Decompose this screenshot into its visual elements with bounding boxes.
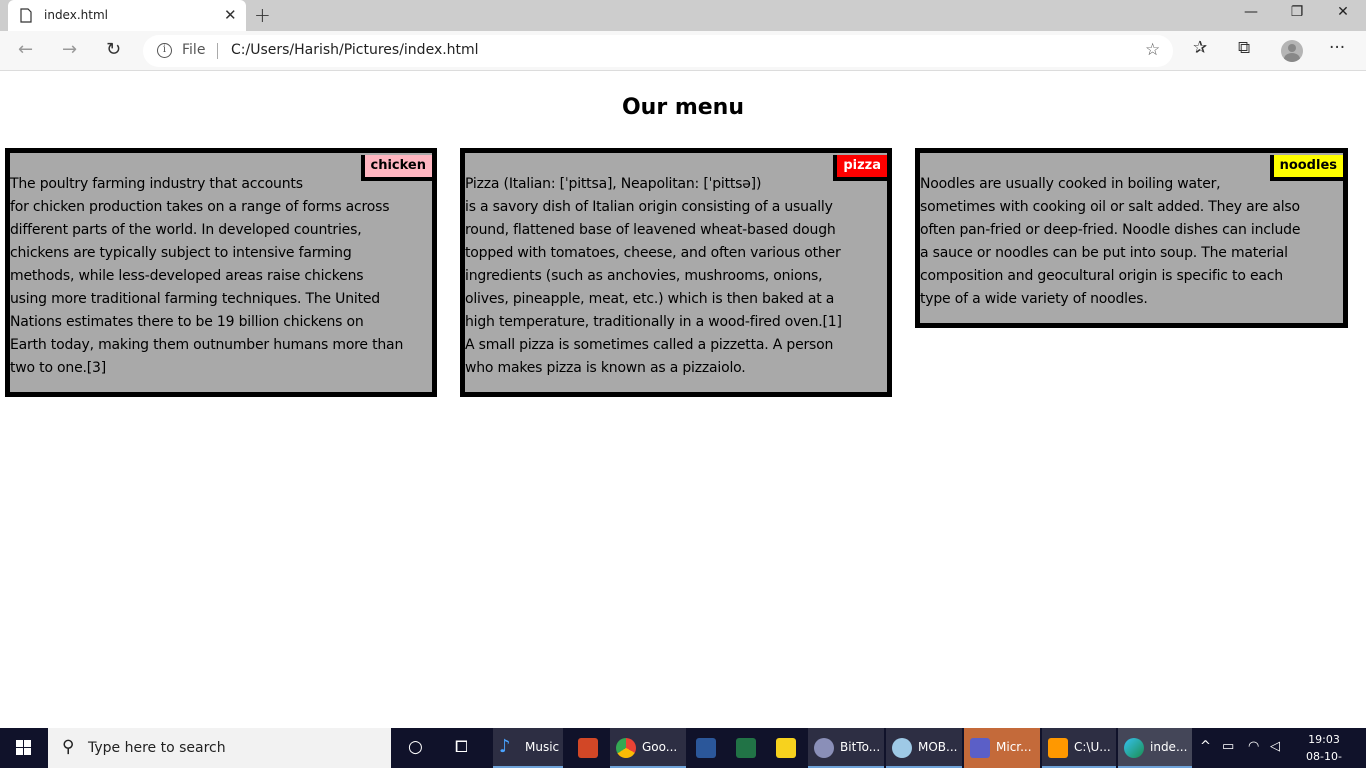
- cortana-icon[interactable]: ○: [408, 737, 423, 757]
- close-window-icon[interactable]: ✕: [1320, 4, 1366, 20]
- taskbar-clock[interactable]: 19:03 08-10-2020: [1294, 731, 1354, 782]
- profile-avatar-icon[interactable]: [1281, 40, 1303, 62]
- clock-time: 19:03: [1308, 733, 1340, 746]
- taskbar-app-label: Music: [525, 740, 560, 754]
- taskbar-app-teams[interactable]: Micr...: [964, 728, 1040, 768]
- file-icon: [20, 8, 32, 23]
- new-tab-icon[interactable]: +: [254, 3, 271, 27]
- favorite-star-icon[interactable]: ☆: [1145, 40, 1160, 60]
- taskbar-app-label: BitTo...: [840, 740, 881, 754]
- page-title: Our menu: [621, 95, 745, 120]
- info-icon[interactable]: i: [157, 43, 172, 58]
- forward-icon[interactable]: →: [62, 39, 77, 60]
- address-toolbar: ← → ↻ i File C:/Users/Harish/Pictures/in…: [0, 31, 1366, 71]
- card-badge-noodles: noodles: [1269, 155, 1343, 181]
- excel-icon: [736, 738, 756, 758]
- teams-icon: [970, 738, 990, 758]
- card-badge-chicken: chicken: [360, 155, 432, 181]
- menu-card-pizza: pizza Pizza (Italian: [ˈpittsa], Neapoli…: [460, 148, 892, 397]
- refresh-icon[interactable]: ↻: [106, 39, 121, 60]
- taskbar-app-bittorrent[interactable]: BitTo...: [808, 728, 884, 768]
- windows-logo-icon: [16, 740, 23, 747]
- card-badge-pizza: pizza: [833, 155, 887, 181]
- address-bar[interactable]: i File C:/Users/Harish/Pictures/index.ht…: [143, 35, 1173, 67]
- url-text[interactable]: C:/Users/Harish/Pictures/index.html: [231, 42, 479, 58]
- taskbar-app-label: Micr...: [996, 740, 1032, 754]
- favorites-icon[interactable]: ✰: [1193, 38, 1207, 58]
- mobaxterm-icon: [892, 738, 912, 758]
- taskbar-app-excel[interactable]: [728, 728, 766, 768]
- clock-date: 08-10-2020: [1306, 750, 1342, 780]
- close-tab-icon[interactable]: ✕: [224, 6, 237, 24]
- card-text-pizza: Pizza (Italian: [ˈpittsa], Neapolitan: […: [465, 176, 842, 376]
- search-input[interactable]: Type here to search: [88, 740, 226, 756]
- url-separator: [217, 43, 218, 59]
- taskbar: ⚲ Type here to search ○ ⧠ ♪ Music Goo...…: [0, 728, 1366, 780]
- windows-logo-pane: [24, 740, 31, 747]
- battery-icon[interactable]: ▭: [1222, 739, 1234, 754]
- menu-card-noodles: noodles Noodles are usually cooked in bo…: [915, 148, 1348, 328]
- start-button[interactable]: [0, 728, 48, 768]
- volume-icon[interactable]: ◁: [1270, 739, 1280, 754]
- taskbar-app-label: inde...: [1150, 740, 1188, 754]
- taskbar-app-label: Goo...: [642, 740, 678, 754]
- back-icon[interactable]: ←: [18, 39, 33, 60]
- taskbar-app-powerpoint[interactable]: [570, 728, 608, 768]
- taskbar-search[interactable]: ⚲ Type here to search: [48, 728, 391, 768]
- sublime-icon: [1048, 738, 1068, 758]
- powerpoint-icon: [578, 738, 598, 758]
- card-text-chicken: The poultry farming industry that accoun…: [10, 176, 404, 376]
- taskbar-app-label: C:\U...: [1074, 740, 1111, 754]
- sticky-notes-icon: [776, 738, 796, 758]
- taskbar-app-word[interactable]: [688, 728, 726, 768]
- windows-logo-pane: [24, 748, 31, 755]
- taskbar-app-sticky-notes[interactable]: [768, 728, 806, 768]
- restore-icon[interactable]: ❐: [1274, 4, 1320, 20]
- tab-strip: index.html ✕ + — ❐ ✕: [0, 0, 1366, 31]
- url-scheme-label: File: [182, 42, 206, 58]
- windows-logo-pane: [16, 748, 23, 755]
- taskbar-app-sublime[interactable]: C:\U...: [1042, 728, 1116, 768]
- taskbar-app-mobaxterm[interactable]: MOB...: [886, 728, 962, 768]
- taskbar-app-label: MOB...: [918, 740, 958, 754]
- task-view-icon[interactable]: ⧠: [455, 737, 468, 757]
- search-icon: ⚲: [62, 737, 75, 757]
- taskbar-app-music[interactable]: ♪ Music: [493, 728, 563, 768]
- bittorrent-icon: [814, 738, 834, 758]
- minimize-icon[interactable]: —: [1228, 4, 1274, 20]
- menu-card-chicken: chicken The poultry farming industry tha…: [5, 148, 437, 397]
- more-options-icon[interactable]: ···: [1329, 38, 1345, 58]
- taskbar-app-chrome[interactable]: Goo...: [610, 728, 686, 768]
- word-icon: [696, 738, 716, 758]
- taskbar-app-edge[interactable]: inde...: [1118, 728, 1192, 768]
- chrome-icon: [616, 738, 636, 758]
- music-note-icon: ♪: [499, 736, 511, 757]
- wifi-icon[interactable]: ◠: [1248, 739, 1259, 754]
- tray-chevron-icon[interactable]: ^: [1200, 739, 1211, 754]
- tab-title: index.html: [44, 8, 108, 22]
- collections-icon[interactable]: ⧉: [1238, 38, 1250, 58]
- edge-icon: [1124, 738, 1144, 758]
- browser-tab[interactable]: index.html ✕: [8, 0, 246, 31]
